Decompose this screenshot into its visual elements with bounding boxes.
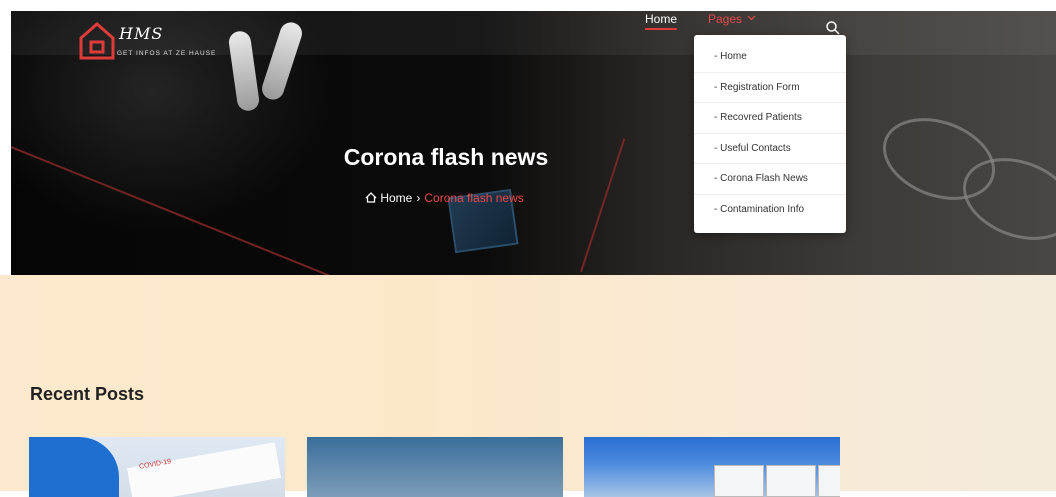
bus-image [766,465,816,497]
logo-tagline: GET INFOS AT ZE HAUSE [117,50,217,57]
nav-pages-menu[interactable]: Pages [708,12,756,26]
breadcrumb: Home › Corona flash news [365,191,524,205]
bus-image [818,465,840,497]
dropdown-item-home[interactable]: - Home [694,42,846,73]
dropdown-item-corona-flash-news[interactable]: - Corona Flash News [694,164,846,195]
breadcrumb-home-link[interactable]: Home [380,191,412,205]
nav-active-indicator [645,28,677,30]
post-card[interactable] [307,437,563,497]
logo-title: HMS [119,24,164,43]
house-icon [79,22,115,60]
recent-posts-heading: Recent Posts [30,384,145,404]
glove-image [29,437,119,497]
post-card[interactable]: COVID-19 [29,437,285,497]
pages-dropdown-menu: - Home - Registration Form - Recovred Pa… [694,35,846,233]
dropdown-item-recovered-patients[interactable]: - Recovred Patients [694,103,846,134]
post-card[interactable] [584,437,840,497]
bus-image [714,465,764,497]
logo[interactable]: HMS GET INFOS AT ZE HAUSE [79,22,219,62]
home-icon [365,192,377,203]
breadcrumb-current: Corona flash news [424,191,524,205]
breadcrumb-separator: › [416,191,421,205]
dropdown-item-contamination-info[interactable]: - Contamination Info [694,195,846,226]
search-icon[interactable] [825,20,841,36]
nav-home-link[interactable]: Home [645,12,677,26]
test-kit-image [127,442,281,497]
main-content: Recent Posts COVID-19 [0,275,1056,497]
dropdown-item-registration-form[interactable]: - Registration Form [694,73,846,103]
nav-pages-label: Pages [708,12,743,26]
chevron-down-icon [747,15,756,21]
dropdown-item-useful-contacts[interactable]: - Useful Contacts [694,134,846,164]
hero-banner: HMS GET INFOS AT ZE HAUSE Corona flash n… [11,11,1056,275]
